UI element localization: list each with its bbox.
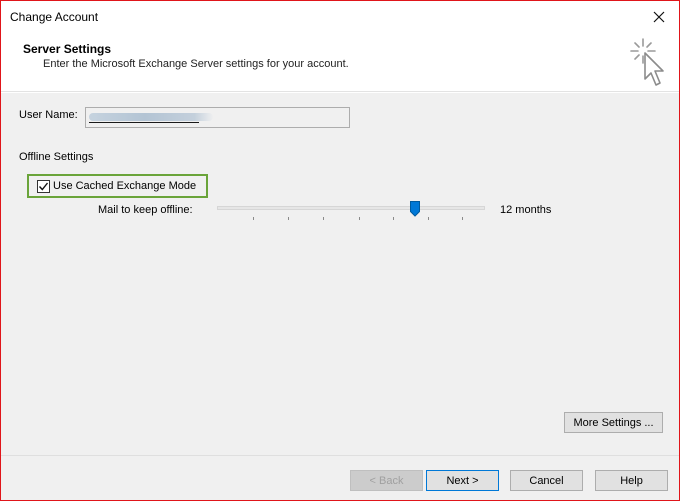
- cached-mode-checkbox[interactable]: [37, 180, 50, 193]
- username-label: User Name:: [19, 109, 78, 121]
- slider-thumb[interactable]: [410, 201, 421, 217]
- page-subtitle: Enter the Microsoft Exchange Server sett…: [43, 58, 349, 70]
- help-button[interactable]: Help: [595, 470, 668, 491]
- more-settings-button[interactable]: More Settings ...: [564, 412, 663, 433]
- redacted-username: [89, 113, 213, 121]
- slider-tick: [359, 217, 360, 220]
- slider-tick: [393, 217, 394, 220]
- next-button[interactable]: Next >: [426, 470, 499, 491]
- mail-keep-offline-label: Mail to keep offline:: [98, 204, 193, 216]
- back-button[interactable]: < Back: [350, 470, 423, 491]
- title-bar: Change Account: [1, 1, 679, 32]
- redacted-underline: [89, 122, 199, 123]
- slider-tick: [323, 217, 324, 220]
- cursor-click-icon: [630, 38, 664, 86]
- slider-track: [217, 206, 485, 210]
- close-icon: [653, 11, 665, 22]
- page-title: Server Settings: [23, 42, 112, 56]
- cached-mode-label: Use Cached Exchange Mode: [53, 180, 197, 192]
- cancel-button[interactable]: Cancel: [510, 470, 583, 491]
- slider-tick: [288, 217, 289, 220]
- checkmark-icon: [38, 182, 49, 191]
- settings-body: User Name: Offline Settings Use Cached E…: [1, 93, 679, 455]
- window-title: Change Account: [10, 10, 99, 24]
- offline-settings-label: Offline Settings: [19, 151, 94, 163]
- dialog-footer: < Back Next > Cancel Help: [1, 455, 679, 500]
- mail-offline-value: 12 months: [500, 204, 552, 216]
- header-band: Server Settings Enter the Microsoft Exch…: [1, 32, 679, 92]
- slider-tick: [253, 217, 254, 220]
- slider-tick: [428, 217, 429, 220]
- mail-offline-slider[interactable]: [217, 201, 485, 223]
- slider-tick: [462, 217, 463, 220]
- username-field[interactable]: [85, 107, 350, 128]
- close-button[interactable]: [639, 1, 679, 32]
- cached-mode-checkbox-row[interactable]: Use Cached Exchange Mode: [27, 174, 208, 198]
- change-account-window: Change Account Server Settings Enter the…: [0, 0, 680, 501]
